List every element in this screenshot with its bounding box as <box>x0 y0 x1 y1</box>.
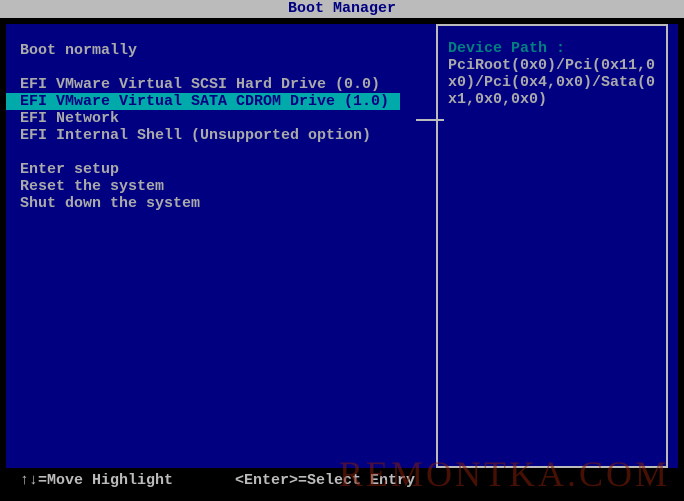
menu-spacer <box>20 144 422 161</box>
menu-shutdown-system[interactable]: Shut down the system <box>20 195 422 212</box>
menu-efi-internal-shell[interactable]: EFI Internal Shell (Unsupported option) <box>20 127 422 144</box>
menu-efi-sata-cdrom[interactable]: EFI VMware Virtual SATA CDROM Drive (1.0… <box>6 93 400 110</box>
device-detail-panel: Device Path : PciRoot(0x0)/Pci(0x11,0x0)… <box>436 24 668 468</box>
boot-menu-panel: Boot normally EFI VMware Virtual SCSI Ha… <box>6 24 436 468</box>
main-area: Boot normally EFI VMware Virtual SCSI Ha… <box>6 24 678 468</box>
menu-boot-normally[interactable]: Boot normally <box>20 42 422 59</box>
device-path-value: PciRoot(0x0)/Pci(0x11,0x0)/Pci(0x4,0x0)/… <box>448 57 656 108</box>
footer-hints: ↑↓=Move Highlight <Enter>=Select Entry <box>0 472 684 489</box>
menu-efi-network[interactable]: EFI Network <box>20 110 422 127</box>
hint-move-highlight: ↑↓=Move Highlight <box>20 472 173 489</box>
menu-spacer <box>20 59 422 76</box>
panel-connector-line <box>416 119 444 121</box>
menu-enter-setup[interactable]: Enter setup <box>20 161 422 178</box>
hint-select-entry: <Enter>=Select Entry <box>235 472 415 489</box>
menu-reset-system[interactable]: Reset the system <box>20 178 422 195</box>
page-title: Boot Manager <box>0 0 684 18</box>
menu-efi-scsi-drive[interactable]: EFI VMware Virtual SCSI Hard Drive (0.0) <box>20 76 422 93</box>
device-path-label: Device Path : <box>448 40 656 57</box>
